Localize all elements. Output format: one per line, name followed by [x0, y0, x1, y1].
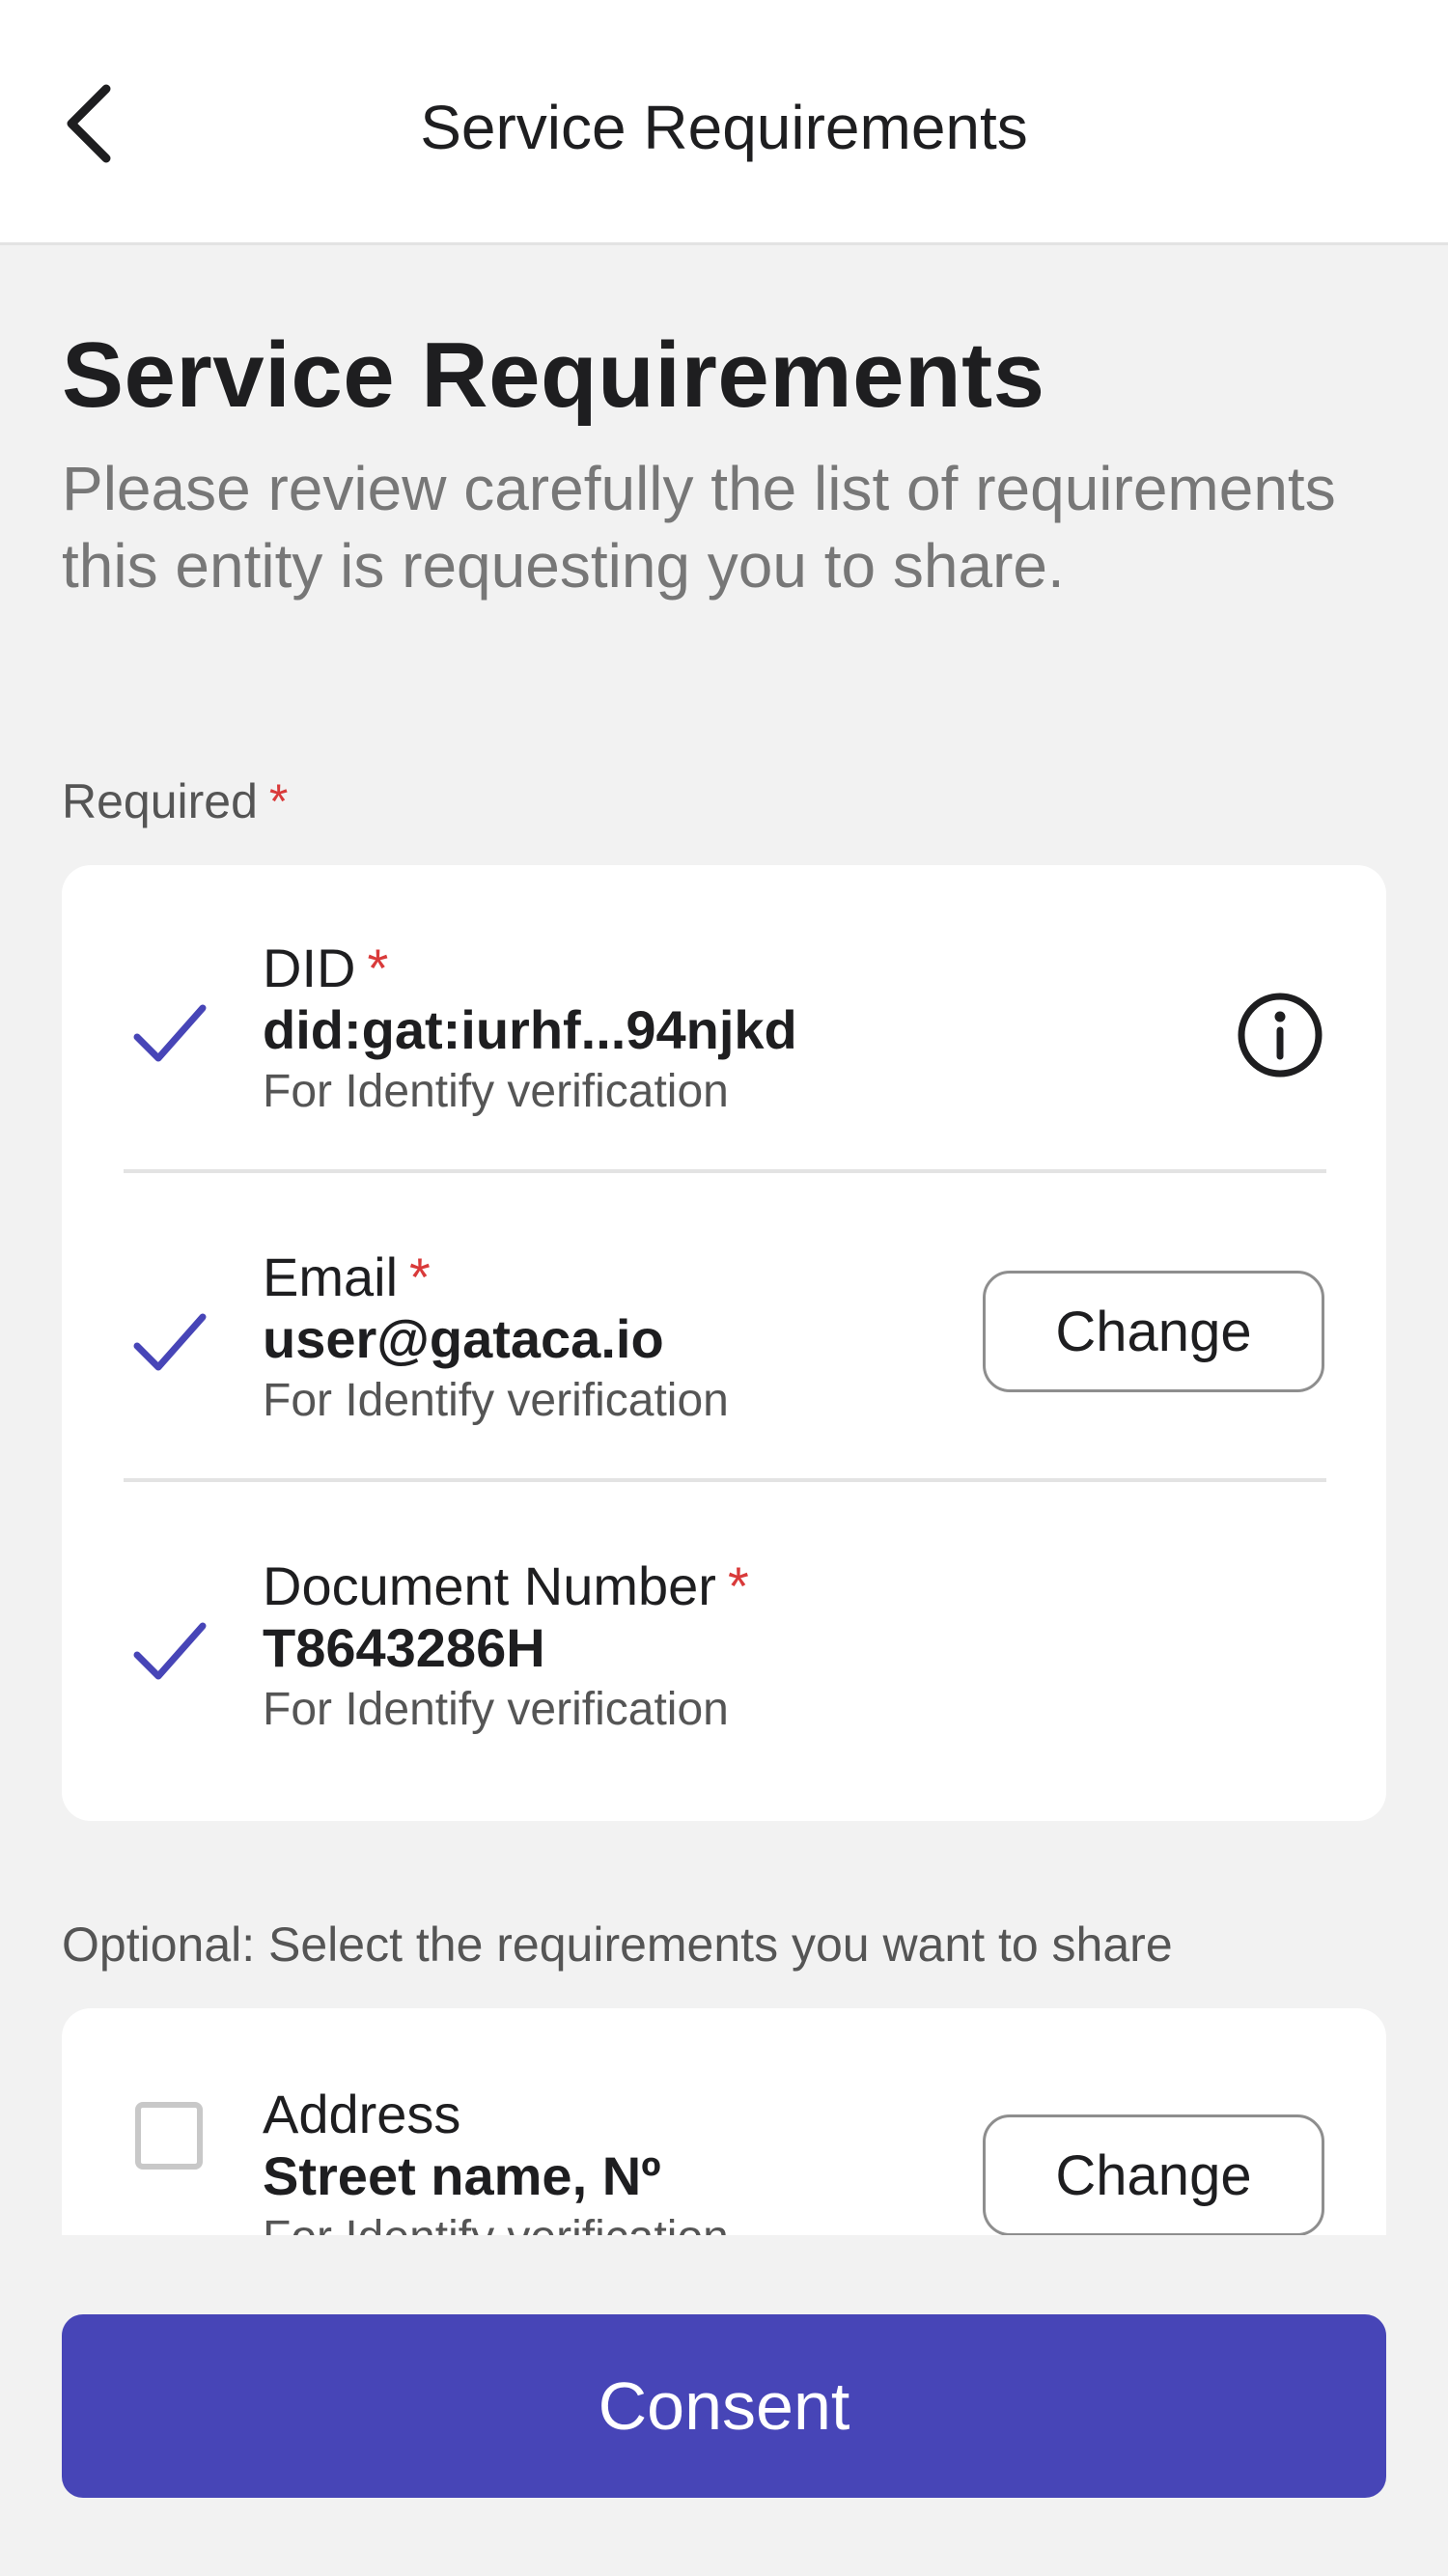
divider: [124, 1169, 1326, 1173]
header-title: Service Requirements: [420, 93, 1028, 162]
check-icon: [133, 1004, 207, 1062]
required-section-label: Required *: [62, 772, 288, 830]
page-title: Service Requirements: [62, 323, 1045, 427]
requirement-purpose: For Identify verification: [263, 2207, 729, 2235]
requirement-value: Street name, Nº: [263, 2145, 661, 2206]
requirement-item-did: DID * did:gat:iurhf...94njkd For Identify…: [62, 865, 1386, 1172]
optional-card: Address Street name, Nº For Identify ver…: [62, 2008, 1386, 2235]
requirement-item-document-number: Document Number * T8643286H For Identify …: [62, 1483, 1386, 1790]
required-card: DID * did:gat:iurhf...94njkd For Identify…: [62, 865, 1386, 1821]
required-label-text: Required: [62, 774, 258, 828]
requirement-label: Address: [263, 2084, 461, 2144]
requirement-value: did:gat:iurhf...94njkd: [263, 999, 797, 1060]
consent-button[interactable]: Consent: [62, 2314, 1386, 2498]
optional-section-label: Optional: Select the requirements you wa…: [62, 1918, 1173, 1972]
page-subtitle: Please review carefully the list of requ…: [62, 454, 1336, 601]
requirement-purpose: For Identify verification: [263, 1375, 729, 1426]
check-icon: [133, 1313, 207, 1371]
requirement-item-email: Email * user@gataca.io For Identify verif…: [62, 1174, 1386, 1481]
required-star: *: [268, 774, 289, 828]
requirement-item-address: Address Street name, Nº For Identify ver…: [62, 2008, 1386, 2235]
requirement-value: user@gataca.io: [263, 1308, 664, 1369]
requirement-label: Document Number *: [263, 1555, 749, 1616]
address-checkbox[interactable]: [135, 2102, 203, 2170]
divider: [124, 1478, 1326, 1482]
info-icon: [1238, 993, 1323, 1078]
top-app-bar: Service Requirements: [0, 0, 1448, 245]
requirement-label: DID *: [263, 938, 389, 998]
info-button[interactable]: [1236, 991, 1324, 1079]
change-email-button[interactable]: Change: [983, 1271, 1324, 1392]
requirement-value: T8643286H: [263, 1617, 545, 1678]
bottom-action-area: Consent: [0, 2235, 1448, 2576]
requirement-purpose: For Identify verification: [263, 1066, 729, 1117]
check-icon: [133, 1622, 207, 1680]
requirement-label: Email *: [263, 1246, 431, 1307]
requirement-purpose: For Identify verification: [263, 1684, 729, 1735]
change-address-button[interactable]: Change: [983, 2114, 1324, 2235]
